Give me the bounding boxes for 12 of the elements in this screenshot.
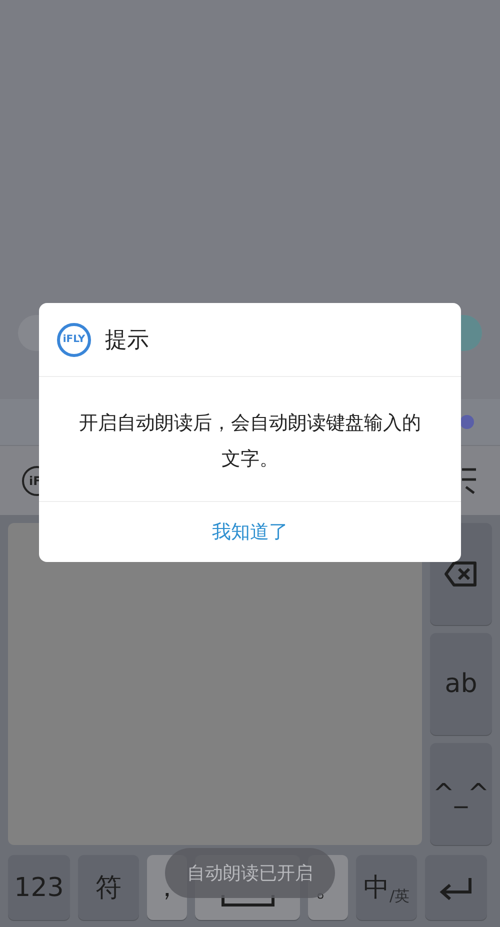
- confirm-button[interactable]: 我知道了: [39, 502, 461, 562]
- dialog-message: 开启自动朗读后，会自动朗读键盘输入的文字。: [39, 377, 461, 502]
- keyboard-key[interactable]: ^_^: [430, 743, 492, 846]
- backspace-icon: [444, 561, 478, 588]
- enter-key[interactable]: [425, 855, 487, 920]
- keyboard-key[interactable]: ab: [430, 633, 492, 736]
- logo-icon: iFLY: [57, 322, 91, 356]
- enter-icon: [439, 876, 473, 900]
- collapse-icon: [462, 468, 476, 494]
- dialog-title: 提示: [105, 326, 149, 354]
- keyboard-key[interactable]: 123: [8, 855, 70, 920]
- keyboard-key[interactable]: 符: [78, 855, 139, 920]
